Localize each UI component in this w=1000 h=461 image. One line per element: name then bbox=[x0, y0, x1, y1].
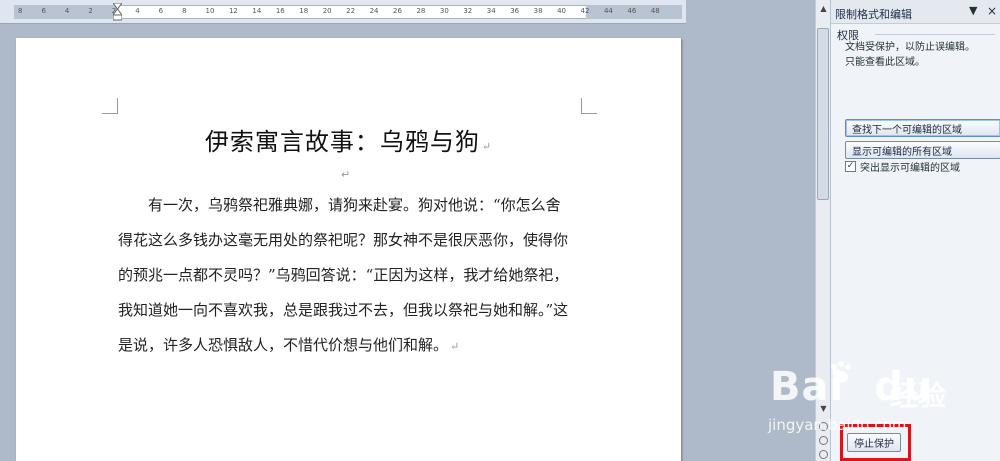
ruler-number: 38 bbox=[533, 7, 543, 15]
ruler-number: 36 bbox=[510, 7, 520, 15]
checkbox[interactable]: ✓ bbox=[845, 161, 856, 172]
margin-corner-top-right bbox=[581, 98, 597, 114]
ruler-number: 14 bbox=[252, 7, 262, 15]
select-browse-object-icon[interactable] bbox=[819, 436, 828, 445]
paragraph-mark-icon: ↵ bbox=[481, 140, 493, 153]
document-page[interactable]: 伊索寓言故事：乌鸦与狗 ↵ ↵ 有一次，乌鸦祭祀雅典娜，请狗来赴宴。狗对他说：“你… bbox=[16, 38, 681, 461]
pane-title: 限制格式和编辑 bbox=[835, 8, 912, 21]
show-all-editable-regions-button[interactable]: 显示可编辑的所有区域 bbox=[845, 141, 1000, 159]
ruler-number: 8 bbox=[18, 7, 23, 15]
ruler-number: 32 bbox=[463, 7, 473, 15]
indent-marker-icon[interactable] bbox=[112, 2, 123, 21]
horizontal-ruler[interactable]: 8 6 4 2 2 4 6 8 10 12 14 16 18 20 22 24 26 28 30 32 34 36 38 40… bbox=[0, 0, 686, 24]
scroll-down-icon[interactable]: ▼ bbox=[818, 404, 829, 416]
ruler-number: 6 bbox=[41, 7, 46, 15]
ruler-number: 22 bbox=[346, 7, 356, 15]
body-line: 的预兆一点都不灵吗？”乌鸦回答说：“正因为这样，我才给她祭祀， bbox=[118, 266, 569, 284]
highlight-box bbox=[840, 424, 911, 461]
ruler-number: 16 bbox=[275, 7, 285, 15]
paragraph-mark-icon: ↵ bbox=[341, 168, 351, 181]
ruler-number: 42 bbox=[580, 7, 590, 15]
body-line: 是说，许多人恐惧敌人，不惜代价想与他们和解。 ↵ bbox=[118, 336, 460, 354]
vertical-scrollbar[interactable]: ▲ ▼ bbox=[815, 0, 830, 461]
workspace-gap bbox=[686, 0, 815, 461]
ruler-number: 4 bbox=[64, 7, 70, 15]
scroll-thumb[interactable] bbox=[817, 28, 829, 200]
description-line: 只能查看此区域。 bbox=[845, 57, 925, 68]
ruler-number: 8 bbox=[182, 7, 187, 15]
checkbox-label: 突出显示可编辑的区域 bbox=[860, 163, 960, 174]
ruler-number: 30 bbox=[439, 7, 449, 15]
highlight-editable-regions-checkbox[interactable]: ✓ 突出显示可编辑的区域 bbox=[845, 159, 960, 174]
find-next-editable-region-button[interactable]: 查找下一个可编辑的区域 bbox=[845, 119, 1000, 137]
document-title[interactable]: 伊索寓言故事：乌鸦与狗 ↵ bbox=[16, 122, 681, 157]
close-icon[interactable]: × bbox=[987, 4, 997, 18]
ruler-number: 4 bbox=[135, 7, 140, 15]
protection-description: 文档受保护，以防止误编辑。 只能查看此区域。 bbox=[845, 40, 975, 70]
body-line: 有一次，乌鸦祭祀雅典娜，请狗来赴宴。狗对他说：“你怎么舍 bbox=[118, 196, 561, 214]
scroll-up-icon[interactable]: ▲ bbox=[818, 4, 829, 18]
ruler-number: 6 bbox=[158, 7, 164, 15]
document-body[interactable]: 有一次，乌鸦祭祀雅典娜，请狗来赴宴。狗对他说：“你怎么舍 得花这么多钱办这毫无用… bbox=[118, 191, 588, 366]
description-line: 文档受保护，以防止误编辑。 bbox=[845, 42, 975, 53]
document-area[interactable]: 伊索寓言故事：乌鸦与狗 ↵ ↵ 有一次，乌鸦祭祀雅典娜，请狗来赴宴。狗对他说：“你… bbox=[0, 24, 686, 461]
pane-menu-icon[interactable]: ▼ bbox=[969, 4, 977, 17]
ruler-number: 12 bbox=[228, 7, 238, 15]
prev-page-icon[interactable] bbox=[819, 422, 828, 431]
ruler-number: 28 bbox=[416, 7, 426, 15]
ruler-number: 46 bbox=[627, 7, 637, 15]
ruler-number: 10 bbox=[205, 7, 215, 15]
ruler-number: 44 bbox=[603, 7, 613, 15]
section-divider bbox=[875, 34, 995, 35]
next-page-icon[interactable] bbox=[819, 450, 828, 459]
ruler-number: 40 bbox=[557, 7, 566, 15]
ruler-number: 24 bbox=[369, 7, 379, 15]
body-line: 得花这么多钱办这毫无用处的祭祀呢？那女神不是很厌恶你，使得你 bbox=[118, 231, 569, 249]
ruler-number: 48 bbox=[650, 7, 660, 15]
restrict-editing-pane: 限制格式和编辑 ▼ × 权限 文档受保护，以防止误编辑。 只能查看此区域。 查找… bbox=[830, 0, 1000, 461]
pane-header: 限制格式和编辑 ▼ × bbox=[831, 0, 1000, 24]
ruler-number: 26 bbox=[393, 7, 402, 15]
ruler-number: 18 bbox=[299, 7, 309, 15]
ruler-number: 20 bbox=[322, 7, 332, 15]
body-line: 我知道她一向不喜欢我，总是跟我过不去，但我以祭祀与她和解。”这 bbox=[118, 301, 569, 319]
margin-corner-top-left bbox=[102, 98, 118, 114]
ruler-number: 34 bbox=[486, 7, 496, 15]
paragraph-mark-icon: ↵ bbox=[450, 340, 460, 353]
ruler-number: 2 bbox=[88, 7, 93, 15]
